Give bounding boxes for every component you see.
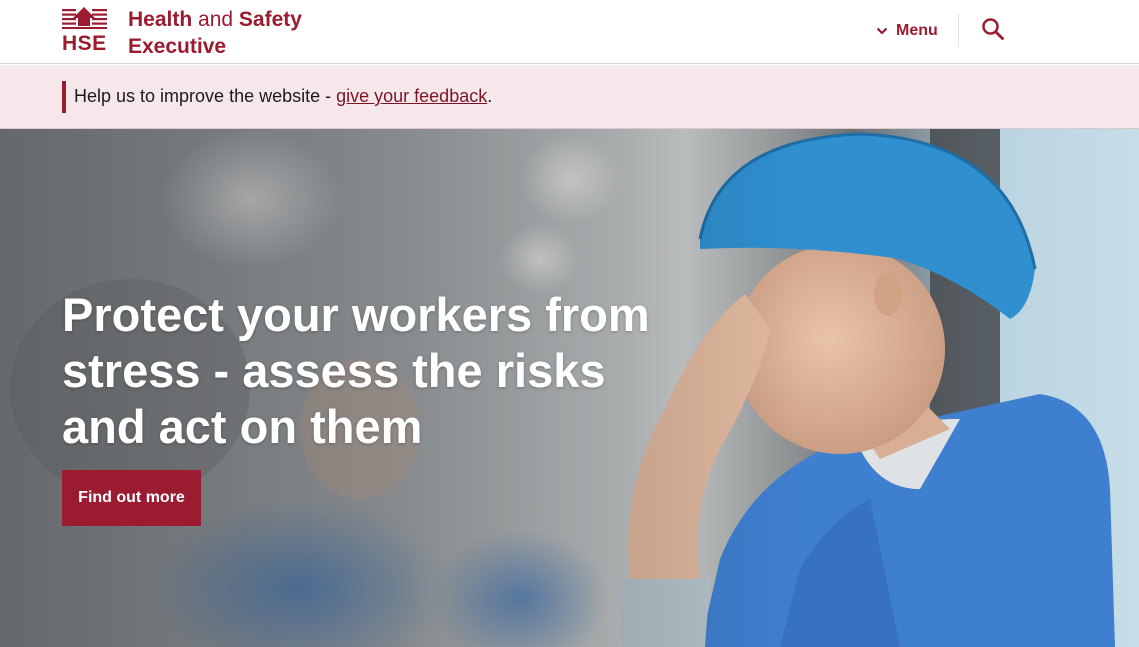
feedback-accent-bar [62, 81, 66, 113]
logo-word-health: Health [128, 8, 193, 31]
logo-acronym: HSE [62, 32, 107, 55]
hero-title: Protect your workers from stress - asses… [62, 288, 650, 453]
logo-word-safety: Safety [238, 8, 302, 31]
search-icon [982, 18, 1004, 40]
menu-button[interactable]: Menu [876, 18, 938, 44]
feedback-suffix: . [487, 86, 493, 106]
logo-organisation-name: Health and Safety Executive [128, 6, 302, 60]
header-divider [958, 14, 959, 47]
give-feedback-link[interactable]: give your feedback [336, 86, 487, 106]
find-out-more-button[interactable]: Find out more [62, 470, 201, 526]
menu-label: Menu [896, 22, 938, 39]
hero-banner: Protect your workers from stress - asses… [0, 129, 1139, 647]
feedback-prefix: Help us to improve the website - [74, 86, 337, 106]
search-button[interactable] [980, 17, 1006, 43]
feedback-banner: Help us to improve the website - give yo… [0, 65, 1139, 129]
logo-word-executive: Executive [128, 35, 227, 58]
logo-word-and: and [192, 8, 239, 31]
chevron-down-icon [876, 27, 888, 35]
hse-logo-link[interactable]: HSE Health and Safety Executive [62, 6, 302, 58]
site-header: HSE Health and Safety Executive Menu [0, 0, 1139, 64]
feedback-text: Help us to improve the website - give yo… [74, 86, 492, 107]
